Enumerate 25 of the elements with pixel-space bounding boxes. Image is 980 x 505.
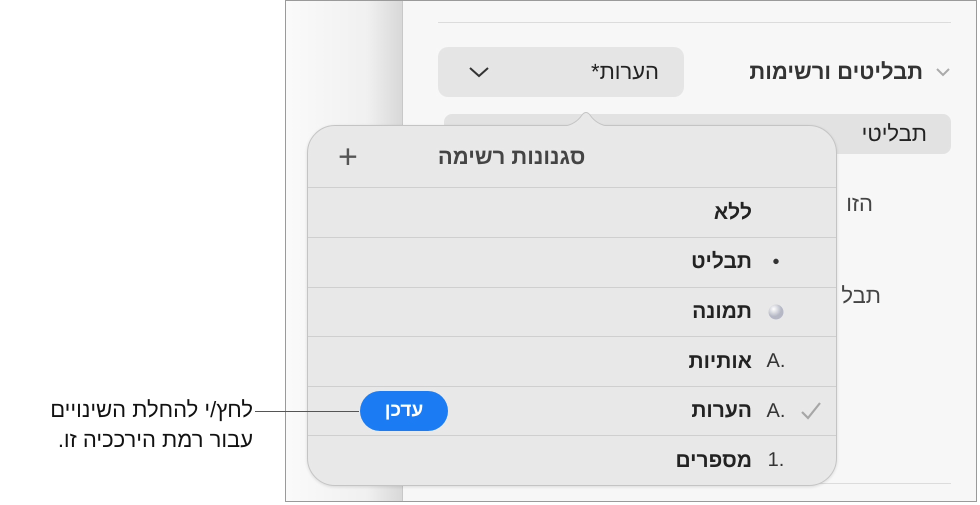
- list-style-item[interactable]: ללא: [308, 188, 836, 238]
- list-style-item[interactable]: תמונה: [308, 288, 836, 338]
- chevron-down-icon: [468, 66, 490, 78]
- callout-text: לחץ/י להחלת השינויים עבור רמת הירככיה זו.: [49, 396, 253, 454]
- list-style-item[interactable]: • תבליט: [308, 238, 836, 288]
- item-label: תמונה: [692, 300, 752, 324]
- label-text: תבל: [841, 283, 881, 309]
- popover-title: סגנונות רשימה: [438, 144, 586, 170]
- disclosure-chevron-icon[interactable]: [935, 67, 951, 77]
- list-marker: A.: [766, 350, 786, 374]
- add-button[interactable]: +: [338, 140, 358, 174]
- list-marker: 1.: [768, 449, 784, 472]
- item-label: אותיות: [688, 350, 752, 374]
- update-button[interactable]: עדכן: [360, 391, 448, 432]
- list-marker: •: [772, 250, 780, 274]
- list-marker: A.: [766, 400, 786, 423]
- checkmark-icon: [800, 401, 822, 422]
- style-popup[interactable]: הערות*: [438, 47, 684, 97]
- item-label: ללא: [714, 200, 752, 225]
- item-label: תבליט: [691, 250, 752, 274]
- item-label: מספרים: [675, 448, 752, 473]
- label-text: הזו: [846, 191, 873, 217]
- image-bullet-icon: [768, 304, 784, 320]
- item-label: הערות: [691, 399, 752, 424]
- section-title: תבליטים ורשימות: [749, 59, 923, 85]
